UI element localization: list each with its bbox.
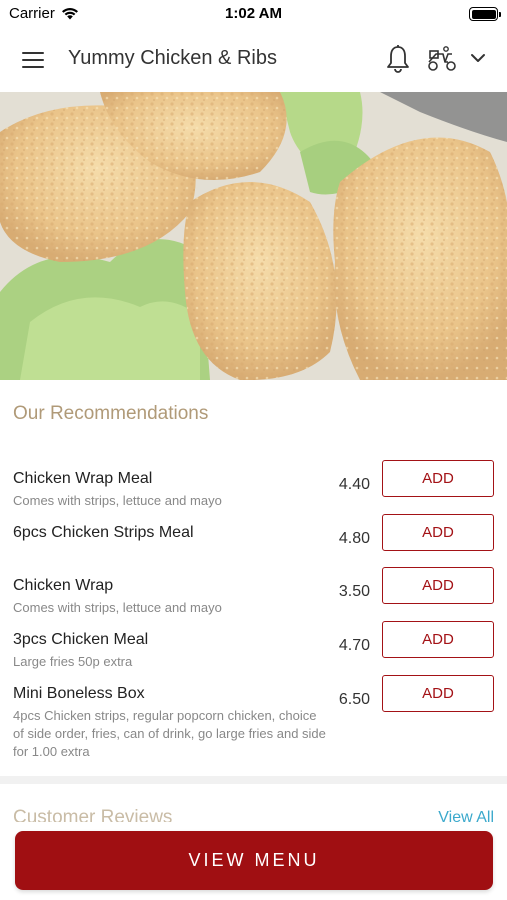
menu-item-price: 6.50: [338, 691, 370, 708]
menu-item-name: 3pcs Chicken Meal: [13, 631, 149, 648]
battery-icon: [469, 7, 501, 21]
chevron-down-icon[interactable]: [469, 50, 487, 66]
menu-item-description: Large fries 50p extra: [13, 654, 133, 669]
menu-item-name: Chicken Wrap Meal: [13, 470, 153, 487]
menu-item-name: Chicken Wrap: [13, 577, 114, 594]
menu-item-description: Comes with strips, lettuce and mayo: [13, 493, 222, 508]
menu-item-name: 6pcs Chicken Strips Meal: [13, 524, 194, 541]
recommendations-title: Our Recommendations: [13, 403, 209, 424]
restaurant-title: Yummy Chicken & Ribs: [68, 47, 277, 69]
app-screen: Carrier 1:02 AM Yummy Chicken & Ribs Our…: [0, 0, 507, 900]
hero-food-image: [0, 92, 507, 380]
hamburger-menu-icon[interactable]: [22, 52, 46, 70]
menu-item-price: 3.50: [338, 583, 370, 600]
menu-item-price: 4.40: [338, 476, 370, 493]
status-bar: Carrier 1:02 AM: [0, 0, 507, 28]
add-button[interactable]: ADD: [382, 621, 494, 658]
view-menu-button[interactable]: VIEW MENU: [15, 831, 493, 890]
add-button[interactable]: ADD: [382, 675, 494, 712]
app-header: Yummy Chicken & Ribs: [0, 28, 507, 92]
add-button[interactable]: ADD: [382, 514, 494, 551]
menu-item-price: 4.80: [338, 530, 370, 547]
menu-item-description: Comes with strips, lettuce and mayo: [13, 600, 222, 615]
section-divider: [0, 776, 507, 784]
menu-item-name: Mini Boneless Box: [13, 685, 145, 702]
wifi-icon: [61, 8, 78, 20]
menu-item-price: 4.70: [338, 637, 370, 654]
delivery-scooter-icon[interactable]: [426, 44, 458, 74]
menu-item-description: 4pcs Chicken strips, regular popcorn chi…: [13, 708, 326, 759]
status-left: Carrier: [9, 5, 79, 22]
bell-icon[interactable]: [385, 44, 411, 74]
add-button[interactable]: ADD: [382, 567, 494, 604]
add-button[interactable]: ADD: [382, 460, 494, 497]
carrier-label: Carrier: [9, 5, 55, 22]
